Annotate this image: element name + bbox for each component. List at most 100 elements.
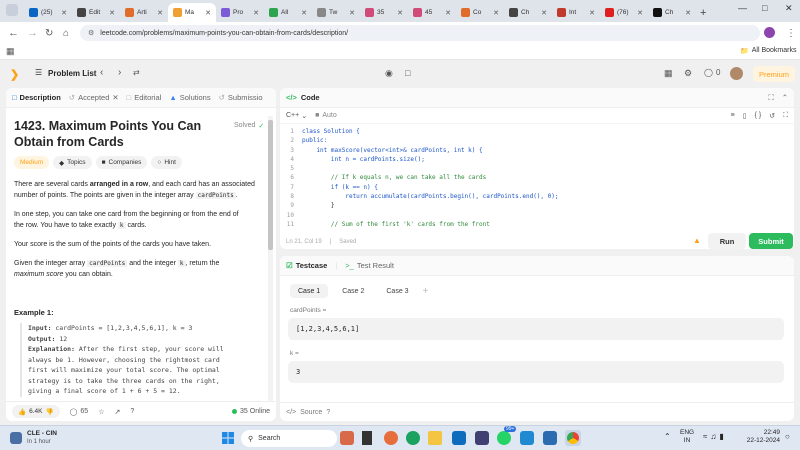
help-icon[interactable]: ? <box>130 408 134 415</box>
layout-icon[interactable]: ▦ <box>664 68 673 79</box>
tab-close-icon[interactable]: ✕ <box>541 9 547 17</box>
language-indicator[interactable]: ENG IN <box>680 429 694 445</box>
clock[interactable]: 22:49 22-12-2024 <box>744 429 780 445</box>
tab-close-icon[interactable]: ✕ <box>589 9 595 17</box>
tab-close-icon[interactable]: ✕ <box>301 9 307 17</box>
code-editor[interactable]: 1 class Solution {2 public: 3 int maxScore(… <box>280 127 794 228</box>
copilot-icon[interactable] <box>384 431 398 445</box>
close-window-icon[interactable]: ✕ <box>785 3 793 14</box>
media-icon[interactable] <box>475 431 489 445</box>
file-explorer-icon[interactable] <box>428 431 442 445</box>
browser-tab[interactable]: (76) ✕ <box>600 3 648 22</box>
home-icon[interactable]: ⌂ <box>63 28 69 39</box>
expand-icon[interactable]: ⛶ <box>768 93 773 103</box>
tab-testcase[interactable]: ☑ Testcase <box>286 261 327 270</box>
like-button[interactable]: 👍 6.4K 👎 <box>12 405 60 418</box>
settings-gear-icon[interactable]: ⚙ <box>684 68 692 79</box>
leetcode-logo-icon[interactable]: ❯ <box>10 68 21 81</box>
forward-icon[interactable]: → <box>27 27 38 39</box>
chrome-icon[interactable] <box>567 432 579 444</box>
favorite-star-icon[interactable]: ☆ <box>98 408 104 416</box>
tab-editorial[interactable]: □ Editorial <box>127 93 162 102</box>
tab-search-icon[interactable] <box>6 4 18 16</box>
site-info-icon[interactable]: ⚙ <box>88 29 94 37</box>
var1-input[interactable]: [1,2,3,4,5,6,1] <box>288 318 784 340</box>
browser-tab[interactable]: 35 ✕ <box>360 3 408 22</box>
tab-close-icon[interactable]: ✕ <box>253 9 259 17</box>
tab-close-icon[interactable]: ✕ <box>109 9 115 17</box>
tab-close-icon[interactable]: ✕ <box>349 9 355 17</box>
url-bar[interactable]: ⚙ leetcode.com/problems/maximum-points-y… <box>80 25 760 41</box>
share-icon[interactable]: ↗ <box>114 408 120 416</box>
comments-button[interactable]: ◯ 65 <box>70 408 89 416</box>
reset-icon[interactable]: ↺ <box>769 112 775 120</box>
browser-tab[interactable]: 45 ✕ <box>408 3 456 22</box>
companies-chip[interactable]: ■ Companies <box>95 156 148 169</box>
tab-close-icon[interactable]: ✕ <box>205 9 211 17</box>
apps-grid-icon[interactable]: ▦ <box>6 46 15 57</box>
back-icon[interactable]: ← <box>8 27 19 39</box>
upload-icon[interactable]: ▲ <box>693 236 701 245</box>
weather-icon[interactable] <box>10 432 22 444</box>
streak-counter[interactable]: ◯ 0 <box>704 68 720 77</box>
task-view-icon[interactable] <box>362 431 372 445</box>
browser-tab[interactable]: Int ✕ <box>552 3 600 22</box>
tab-close-icon[interactable]: ✕ <box>61 9 67 17</box>
add-case-icon[interactable]: + <box>423 286 429 297</box>
profile-avatar[interactable] <box>764 27 775 38</box>
auto-mode[interactable]: ■ Auto <box>315 112 337 119</box>
notes-icon[interactable]: □ <box>405 68 410 78</box>
premium-button[interactable]: Premium <box>753 66 796 82</box>
shuffle-icon[interactable]: ⇄ <box>133 68 140 77</box>
problem-list-link[interactable]: Problem List <box>48 69 96 78</box>
app-icon[interactable] <box>543 431 557 445</box>
bookmark-icon[interactable]: ▯ <box>743 112 747 120</box>
format-icon[interactable]: ≡ <box>731 112 735 119</box>
next-problem-icon[interactable]: › <box>118 67 121 78</box>
browser-menu-icon[interactable]: ⋮ <box>786 28 796 39</box>
fullscreen-icon[interactable]: ⛶ <box>783 112 788 120</box>
prev-problem-icon[interactable]: ‹ <box>100 67 103 78</box>
browser-tab[interactable]: Tw ✕ <box>312 3 360 22</box>
all-bookmarks[interactable]: 📁 All Bookmarks <box>740 47 796 55</box>
whatsapp-icon[interactable] <box>497 431 511 445</box>
browser-tab[interactable]: Pro ✕ <box>216 3 264 22</box>
tray-icons[interactable]: ≈♫▮ <box>703 432 727 441</box>
debug-icon[interactable]: ◉ <box>385 68 393 79</box>
case-tab-2[interactable]: Case 2 <box>334 284 372 298</box>
tab-close-icon[interactable]: ✕ <box>493 9 499 17</box>
user-avatar[interactable] <box>730 67 743 80</box>
var2-input[interactable]: 3 <box>288 361 784 383</box>
case-tab-3[interactable]: Case 3 <box>378 284 416 298</box>
browser-tab[interactable]: Co ✕ <box>456 3 504 22</box>
tray-chevron-icon[interactable]: ⌃ <box>664 432 671 441</box>
language-select[interactable]: C++ ⌄ <box>286 112 307 120</box>
tab-solutions[interactable]: ▲ Solutions <box>169 93 210 102</box>
tab-close-icon[interactable]: ✕ <box>157 9 163 17</box>
tab-close-icon[interactable]: ✕ <box>637 9 643 17</box>
braces-icon[interactable]: { } <box>755 112 762 119</box>
windows-start-icon[interactable] <box>222 432 234 444</box>
widgets-icon[interactable] <box>340 431 354 445</box>
minimize-icon[interactable]: — <box>738 3 747 13</box>
tab-accepted[interactable]: ↺ Accepted ✕ <box>69 93 119 102</box>
vscode-icon[interactable] <box>520 431 534 445</box>
browser-tab[interactable]: Ch ✕ <box>504 3 552 22</box>
hint-chip[interactable]: ○ Hint <box>151 156 182 169</box>
tab-description[interactable]: □ Description <box>12 93 61 102</box>
tab-test-result[interactable]: >_ Test Result <box>345 261 394 270</box>
run-button[interactable]: Run <box>708 233 746 249</box>
browser-tab[interactable]: (25) ✕ <box>24 3 72 22</box>
edge-icon[interactable] <box>406 431 420 445</box>
tab-submissions[interactable]: ↺ Submissio <box>219 93 263 102</box>
source-help-icon[interactable]: ? <box>326 409 330 416</box>
browser-tab[interactable]: Arti ✕ <box>120 3 168 22</box>
close-tab-icon[interactable]: ✕ <box>112 93 118 102</box>
browser-tab[interactable]: All ✕ <box>264 3 312 22</box>
topics-chip[interactable]: ◆ Topics <box>53 156 92 169</box>
notification-bell-icon[interactable]: ○ <box>785 432 790 441</box>
collapse-chevron-icon[interactable]: ⌃ <box>782 93 788 102</box>
case-tab-1[interactable]: Case 1 <box>290 284 329 298</box>
browser-tab[interactable]: Ch ✕ <box>648 3 696 22</box>
reload-icon[interactable]: ↻ <box>45 28 53 39</box>
